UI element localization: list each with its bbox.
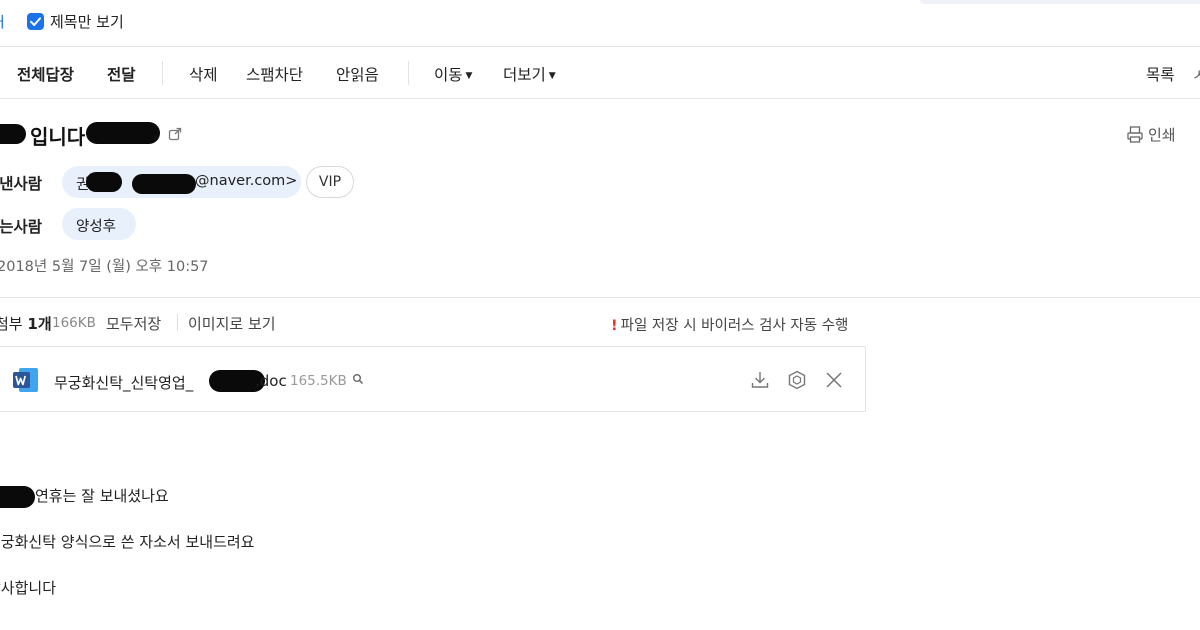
vip-button[interactable]: VIP	[306, 166, 354, 198]
print-label: 인쇄	[1148, 126, 1176, 144]
title-only-checkbox[interactable]	[27, 13, 44, 30]
list-button[interactable]: 목록	[1146, 63, 1175, 85]
attachment-count: 첨부 1개	[0, 313, 52, 334]
move-dropdown[interactable]: 이동 ▼	[434, 63, 472, 85]
caret-down-icon: ▼	[548, 71, 556, 81]
printer-icon	[1127, 126, 1143, 143]
caret-down-icon: ▼	[465, 71, 473, 81]
delete-button[interactable]: 삭제	[189, 63, 218, 85]
mail-subject-trailing: .	[152, 120, 160, 144]
spam-block-button[interactable]: 스팸차단	[246, 63, 303, 85]
redaction-mark	[86, 122, 160, 144]
toolbar-divider	[162, 61, 163, 85]
mail-subject: 입니다	[30, 125, 86, 149]
sender-label: 보낸사람	[0, 175, 43, 193]
redaction-mark	[0, 124, 26, 144]
recipient-name: 양성후	[76, 219, 117, 235]
virus-scan-notice: ! 파일 저장 시 바이러스 검사 자동 수행	[611, 314, 848, 335]
reply-all-button[interactable]: 전체답장	[17, 63, 74, 85]
download-icon[interactable]	[750, 370, 770, 390]
attachment-file-size: 165.5KB	[290, 373, 347, 389]
attachment-count-prefix: 첨부	[0, 315, 23, 333]
top-bar-edge-text: ㅓ	[0, 13, 8, 31]
body-line: 무궁화신탁 양식으로 쓴 자소서 보내드려요	[0, 533, 255, 551]
redaction-mark	[86, 172, 122, 192]
checkmark-icon	[30, 17, 41, 26]
file-name-suffix: .doc	[255, 372, 287, 390]
virus-scan-text: 파일 저장 시 바이러스 검사 자동 수행	[620, 318, 849, 334]
nav-up-button[interactable]: ㅅ	[1192, 63, 1200, 85]
print-button[interactable]: 인쇄	[1127, 124, 1176, 145]
word-icon	[13, 368, 38, 392]
title-only-label[interactable]: 제목만 보기	[50, 11, 124, 32]
attachment-total-size: 166KB	[52, 315, 96, 331]
body-line: 연휴는 잘 보내셨나요	[35, 487, 169, 505]
body-line: 감사합니다	[0, 579, 57, 597]
forward-button[interactable]: 전달	[107, 63, 136, 85]
sender-email-suffix: @naver.com>	[195, 173, 298, 189]
mail-date: 2018년 5월 7일 (월) 오후 10:57	[0, 259, 209, 275]
redaction-mark	[0, 486, 35, 508]
attachment-count-value: 1개	[27, 315, 52, 333]
attachment-divider-line	[177, 314, 178, 331]
preview-search-icon[interactable]	[352, 373, 364, 385]
mail-toolbar: 전체답장 전달 삭제 스팸차단 안읽음 이동 ▼ 더보기 ▼ 목록 ㅅ	[0, 48, 1200, 99]
recipient-label: 받는사람	[0, 218, 43, 236]
search-field-edge[interactable]	[920, 0, 1200, 4]
redaction-mark	[132, 174, 196, 194]
view-as-image-button[interactable]: 이미지로 보기	[188, 313, 276, 334]
file-name-prefix: 무궁화신탁_신탁영업_	[54, 374, 194, 392]
open-new-window-icon[interactable]	[168, 127, 182, 141]
close-icon[interactable]	[824, 370, 844, 390]
recipient-chip[interactable]: 양성후	[62, 208, 136, 240]
move-label: 이동	[434, 66, 463, 84]
more-dropdown[interactable]: 더보기 ▼	[503, 63, 556, 85]
attachment-divider	[0, 297, 1200, 298]
save-all-button[interactable]: 모두저장	[106, 313, 161, 334]
more-label: 더보기	[503, 66, 546, 84]
mark-unread-button[interactable]: 안읽음	[336, 63, 379, 85]
attachment-file-name[interactable]: 무궁화신탁_신탁영업_	[54, 372, 193, 393]
warning-icon: !	[611, 318, 618, 334]
cloud-save-icon[interactable]	[787, 370, 807, 390]
toolbar-divider	[408, 61, 409, 85]
top-bar: ㅓ 제목만 보기	[0, 0, 1200, 47]
